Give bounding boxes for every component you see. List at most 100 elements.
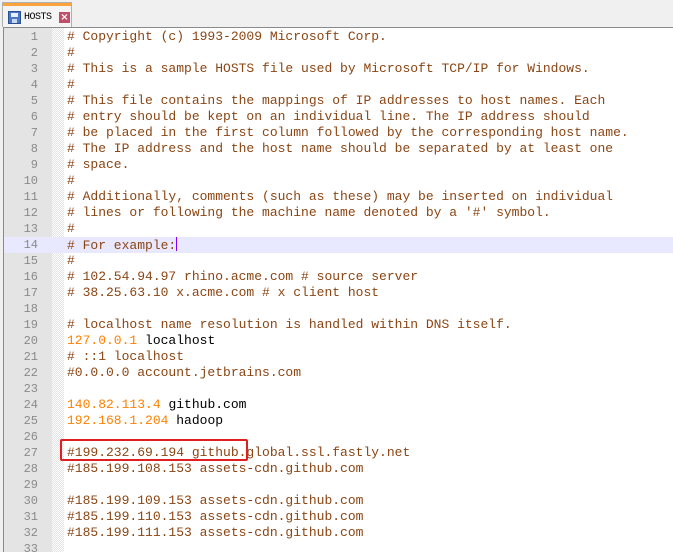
line-text[interactable]: # lines or following the machine name de… (67, 205, 551, 221)
comment-text: # For example: (67, 238, 177, 253)
line-number: 15 (23, 254, 38, 268)
code-lines[interactable]: 1 # Copyright (c) 1993-2009 Microsoft Cor… (4, 29, 673, 552)
tab-label: HOSTS (24, 12, 52, 23)
line-text[interactable]: # Additionally, comments (such as these)… (67, 189, 613, 205)
code-line[interactable]: 29 (4, 477, 673, 493)
line-text[interactable]: #185.199.108.153 assets-cdn.github.com (67, 461, 363, 477)
code-line[interactable]: 9 # space. (4, 157, 673, 173)
code-line[interactable]: 21 # ::1 localhost (4, 349, 673, 365)
line-number: 12 (23, 206, 38, 220)
code-line[interactable]: 24 140.82.113.4 github.com (4, 397, 673, 413)
code-line[interactable]: 10 # (4, 173, 673, 189)
code-line[interactable]: 31 #185.199.110.153 assets-cdn.github.com (4, 509, 673, 525)
code-line[interactable]: 5 # This file contains the mappings of IP… (4, 93, 673, 109)
comment-text: # 38.25.63.10 x.acme.com # x client host (67, 285, 380, 300)
line-number: 10 (23, 174, 38, 188)
line-text[interactable]: # space. (67, 157, 129, 173)
comment-text: # (67, 77, 75, 92)
code-line[interactable]: 2 # (4, 45, 673, 61)
line-text[interactable]: #0.0.0.0 account.jetbrains.com (67, 365, 301, 381)
ip-address: 127.0.0.1 (67, 333, 138, 348)
line-number: 17 (23, 286, 38, 300)
code-line[interactable]: 12 # lines or following the machine name … (4, 205, 673, 221)
line-number: 6 (30, 110, 38, 124)
code-line[interactable]: 18 (4, 301, 673, 317)
code-line[interactable]: 8 # The IP address and the host name shou… (4, 141, 673, 157)
editor[interactable]: 1 # Copyright (c) 1993-2009 Microsoft Cor… (3, 27, 673, 552)
line-number: 25 (23, 414, 38, 428)
code-line[interactable]: 19 # localhost name resolution is handled… (4, 317, 673, 333)
line-text[interactable]: # This is a sample HOSTS file used by Mi… (67, 61, 590, 77)
comment-text: # be placed in the first column followed… (67, 125, 629, 140)
code-line[interactable]: 7 # be placed in the first column followe… (4, 125, 673, 141)
tab-hosts[interactable]: HOSTS × (2, 2, 72, 27)
comment-text: # entry should be kept on an individual … (67, 109, 590, 124)
line-number: 22 (23, 366, 38, 380)
code-line[interactable]: 23 (4, 381, 673, 397)
line-text[interactable]: # (67, 45, 75, 61)
line-text[interactable]: 140.82.113.4 github.com (67, 397, 246, 413)
code-line[interactable]: 32 #185.199.111.153 assets-cdn.github.com (4, 525, 673, 541)
line-text[interactable]: # Copyright (c) 1993-2009 Microsoft Corp… (67, 29, 387, 45)
line-text[interactable]: # ::1 localhost (67, 349, 184, 365)
hostname: hadoop (176, 413, 224, 428)
line-text[interactable]: # 38.25.63.10 x.acme.com # x client host (67, 285, 379, 301)
code-line[interactable]: 4 # (4, 77, 673, 93)
code-line[interactable]: 28 #185.199.108.153 assets-cdn.github.com (4, 461, 673, 477)
comment-text: # space. (67, 157, 130, 172)
code-line[interactable]: 1 # Copyright (c) 1993-2009 Microsoft Cor… (4, 29, 673, 45)
code-line[interactable]: 3 # This is a sample HOSTS file used by M… (4, 61, 673, 77)
annotation-highlight-box (60, 439, 248, 461)
line-text[interactable]: 192.168.1.204 hadoop (67, 413, 223, 429)
line-number: 2 (30, 46, 38, 60)
line-text[interactable]: #185.199.109.153 assets-cdn.github.com (67, 493, 363, 509)
code-line[interactable]: 33 (4, 541, 673, 552)
comment-text: #185.199.109.153 assets-cdn.github.com (67, 493, 364, 508)
line-number: 9 (30, 158, 38, 172)
line-number: 11 (23, 190, 38, 204)
line-number: 18 (23, 302, 38, 316)
tab-bar: HOSTS × (0, 0, 673, 27)
ip-address: 140.82.113.4 (67, 397, 161, 412)
code-line[interactable]: 13 # (4, 221, 673, 237)
line-text[interactable]: # This file contains the mappings of IP … (67, 93, 605, 109)
code-line[interactable]: 25 192.168.1.204 hadoop (4, 413, 673, 429)
line-number: 24 (23, 398, 38, 412)
tab-active-indicator (3, 3, 71, 6)
line-text[interactable]: # For example: (67, 237, 178, 254)
comment-text: # ::1 localhost (67, 349, 185, 364)
line-text[interactable]: #185.199.111.153 assets-cdn.github.com (67, 525, 363, 541)
code-line[interactable]: 17 # 38.25.63.10 x.acme.com # x client ho… (4, 285, 673, 301)
code-line[interactable]: 11 # Additionally, comments (such as thes… (4, 189, 673, 205)
line-text[interactable]: # (67, 221, 75, 237)
line-text[interactable]: 127.0.0.1 localhost (67, 333, 215, 349)
code-line[interactable]: 16 # 102.54.94.97 rhino.acme.com # source… (4, 269, 673, 285)
line-number: 32 (23, 526, 38, 540)
line-text[interactable]: # (67, 173, 75, 189)
code-line[interactable]: 6 # entry should be kept on an individual… (4, 109, 673, 125)
code-line[interactable]: 30 #185.199.109.153 assets-cdn.github.com (4, 493, 673, 509)
line-text[interactable]: # (67, 253, 75, 269)
line-text[interactable]: # localhost name resolution is handled w… (67, 317, 512, 333)
code-line[interactable]: 22 #0.0.0.0 account.jetbrains.com (4, 365, 673, 381)
line-number: 31 (23, 510, 38, 524)
line-number: 30 (23, 494, 38, 508)
comment-text: # lines or following the machine name de… (67, 205, 551, 220)
line-number: 21 (23, 350, 38, 364)
line-number: 4 (30, 78, 38, 92)
comment-text: # Copyright (c) 1993-2009 Microsoft Corp… (67, 29, 387, 44)
line-text[interactable]: # 102.54.94.97 rhino.acme.com # source s… (67, 269, 418, 285)
line-text[interactable]: # be placed in the first column followed… (67, 125, 629, 141)
save-icon (8, 11, 21, 24)
code-line[interactable]: 14 # For example: (4, 237, 673, 253)
line-text[interactable]: #185.199.110.153 assets-cdn.github.com (67, 509, 363, 525)
line-text[interactable]: # entry should be kept on an individual … (67, 109, 590, 125)
line-text[interactable]: # The IP address and the host name shoul… (67, 141, 613, 157)
line-number: 14 (23, 238, 38, 252)
close-icon[interactable]: × (59, 12, 70, 23)
line-text[interactable]: # (67, 77, 75, 93)
code-line[interactable]: 15 # (4, 253, 673, 269)
line-number: 20 (23, 334, 38, 348)
code-line[interactable]: 20 127.0.0.1 localhost (4, 333, 673, 349)
comment-text: # This is a sample HOSTS file used by Mi… (67, 61, 590, 76)
